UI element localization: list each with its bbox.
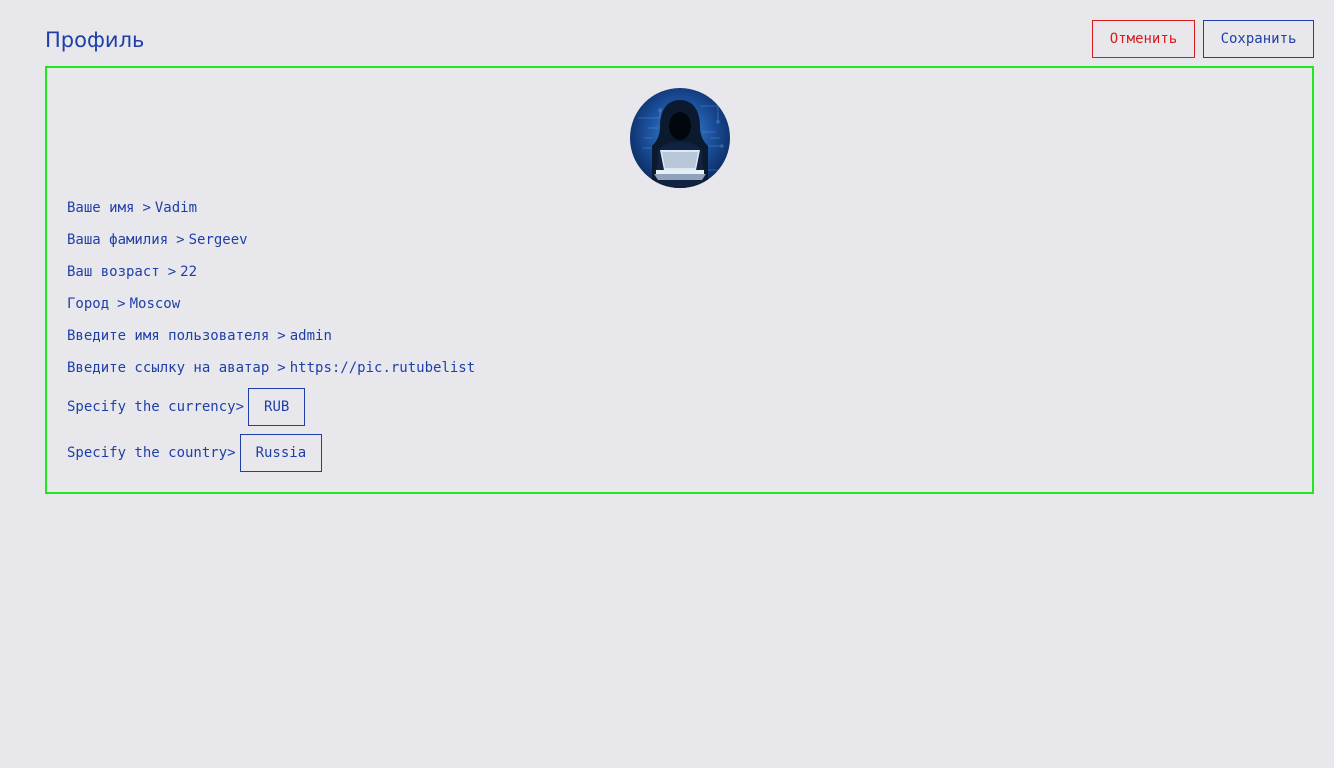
- profile-panel: Ваше имя > Ваша фамилия > Ваш возраст > …: [45, 66, 1314, 494]
- cancel-button[interactable]: Отменить: [1092, 20, 1195, 58]
- city-label: Город: [67, 296, 110, 312]
- page-title: Профиль: [45, 28, 145, 52]
- first-name-input[interactable]: [154, 198, 455, 218]
- currency-select[interactable]: RUB: [248, 388, 306, 426]
- avatar: [630, 88, 730, 188]
- last-name-row: Ваша фамилия >: [67, 230, 489, 250]
- username-label: Введите имя пользователя: [67, 328, 270, 344]
- age-arrow: >: [167, 264, 177, 280]
- last-name-input[interactable]: [188, 230, 489, 250]
- country-label: Specify the country>: [67, 445, 236, 461]
- city-input[interactable]: [129, 294, 430, 314]
- first-name-arrow: >: [142, 200, 151, 216]
- username-arrow: >: [277, 328, 286, 344]
- currency-label: Specify the currency>: [67, 399, 245, 415]
- country-select[interactable]: Russia: [239, 434, 323, 472]
- avatar-url-label: Введите ссылку на аватар: [67, 360, 270, 376]
- age-label: Ваш возраст: [67, 264, 160, 280]
- age-input[interactable]: [180, 262, 481, 282]
- last-name-label: Ваша фамилия: [67, 232, 169, 248]
- username-input[interactable]: [289, 326, 590, 346]
- city-arrow: >: [117, 296, 126, 312]
- country-row: Specify the country> Russia: [67, 434, 323, 472]
- avatar-url-input[interactable]: [289, 358, 480, 378]
- avatar-url-arrow: >: [277, 360, 286, 376]
- last-name-arrow: >: [176, 232, 185, 248]
- city-row: Город >: [67, 294, 430, 314]
- avatar-url-row: Введите ссылку на аватар >: [67, 358, 480, 378]
- first-name-row: Ваше имя >: [67, 198, 455, 218]
- age-row: Ваш возраст >: [67, 262, 481, 282]
- save-button[interactable]: Сохранить: [1203, 20, 1314, 58]
- first-name-label: Ваше имя: [67, 200, 135, 216]
- hooded-hacker-avatar-icon: [630, 88, 730, 188]
- currency-row: Specify the currency> RUB: [67, 388, 306, 426]
- username-row: Введите имя пользователя >: [67, 326, 590, 346]
